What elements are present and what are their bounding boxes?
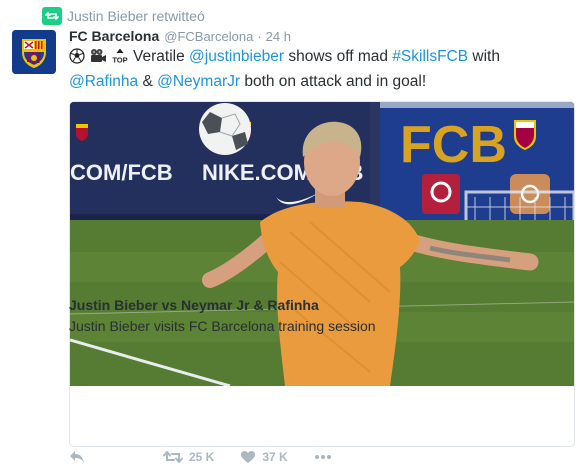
retweeter-link[interactable]: Justin Bieber retwitteó — [67, 8, 205, 24]
text-segment: & — [138, 73, 158, 90]
retweet-button[interactable]: 25 K — [163, 450, 214, 464]
pinterest-icon — [422, 174, 460, 214]
retweet-context: Justin Bieber retwitteó — [42, 7, 205, 25]
more-button[interactable] — [314, 454, 332, 460]
author-handle[interactable]: @FCBarcelona — [164, 29, 253, 44]
like-button[interactable]: 37 K — [240, 450, 288, 464]
text-segment: Veratile — [133, 48, 190, 65]
mention-rafinha[interactable]: @Rafinha — [69, 73, 138, 90]
like-count: 37 K — [262, 450, 288, 464]
banner-text-right: FCB — [400, 116, 507, 174]
banner-text-left: COM/FCB — [70, 160, 173, 185]
card-description: Justin Bieber visits FC Barcelona traini… — [69, 318, 376, 334]
tweet-header: FC Barcelona @FCBarcelona · 24 h — [69, 28, 291, 44]
video-thumbnail[interactable]: COM/FCB NIKE.COM/FCB FCB — [70, 102, 574, 386]
text-segment: both on attack and in goal! — [240, 73, 427, 90]
text-segment: with — [468, 48, 500, 65]
separator: · — [257, 29, 262, 44]
svg-text:TOP: TOP — [112, 56, 127, 65]
card-title[interactable]: Justin Bieber vs Neymar Jr & Rafinha — [69, 297, 319, 313]
author-name[interactable]: FC Barcelona — [69, 28, 159, 44]
instagram-icon — [510, 174, 550, 214]
fc-barcelona-crest-icon — [12, 30, 56, 74]
hashtag-skillsfcb[interactable]: #SkillsFCB — [392, 48, 468, 65]
mention-neymarjr[interactable]: @NeymarJr — [157, 73, 240, 90]
reply-icon — [70, 451, 84, 463]
avatar[interactable] — [12, 30, 56, 74]
text-segment: shows off mad — [284, 48, 393, 65]
reply-button[interactable] — [69, 450, 85, 464]
top-arrow-icon: TOP — [111, 48, 129, 71]
tweet-actions: 25 K 37 K — [69, 448, 358, 466]
tweet-timestamp[interactable]: 24 h — [266, 29, 291, 44]
heart-icon — [241, 451, 256, 463]
retweet-action-icon — [163, 451, 183, 463]
retweet-icon — [42, 7, 62, 25]
media-card[interactable]: COM/FCB NIKE.COM/FCB FCB — [69, 101, 575, 447]
mention-justinbieber[interactable]: @justinbieber — [189, 48, 284, 65]
movie-camera-icon — [89, 48, 107, 71]
more-dots-icon — [314, 455, 331, 459]
soccer-ball-icon — [69, 48, 85, 71]
retweet-count: 25 K — [189, 450, 215, 464]
tweet-text: TOP Veratile @justinbieber shows off mad… — [69, 46, 579, 93]
